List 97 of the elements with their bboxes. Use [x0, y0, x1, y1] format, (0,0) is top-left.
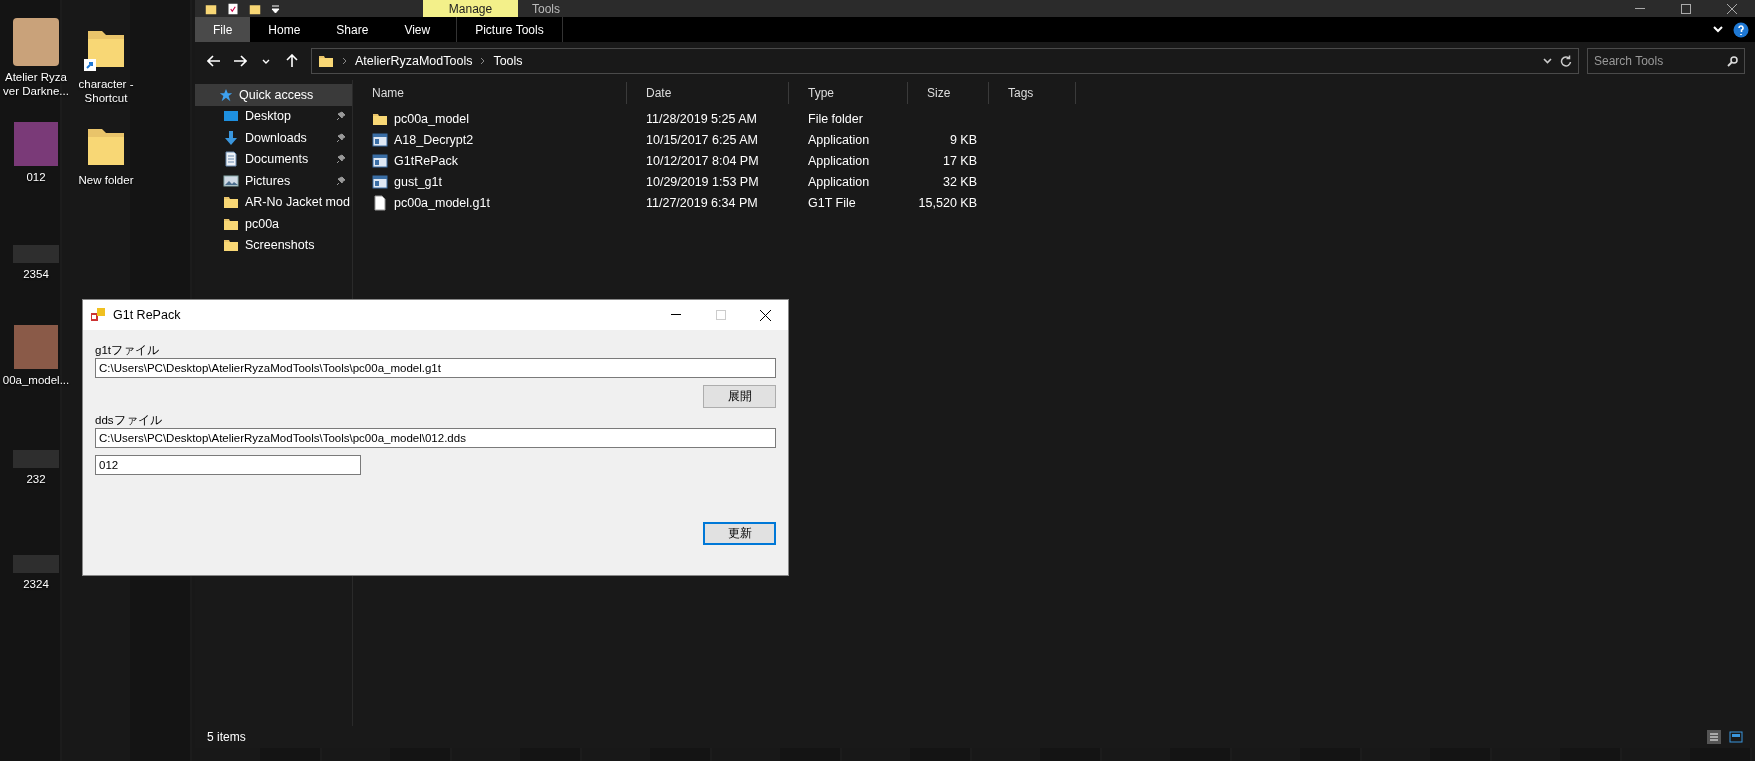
ribbon-tab[interactable]: File: [195, 17, 251, 42]
image-thumbnail[interactable]: [13, 450, 59, 468]
type-cell: G1T File: [808, 195, 856, 210]
size-cell: 32 KB: [942, 174, 977, 189]
new-folder-icon[interactable]: [249, 2, 261, 15]
download-arrow-icon: [223, 129, 239, 146]
navigation-item[interactable]: pc00a: [195, 213, 352, 235]
desktop-icon-label[interactable]: 2354: [0, 267, 72, 281]
breadcrumb-item[interactable]: Tools: [493, 54, 523, 68]
application-icon: [372, 152, 388, 169]
ribbon-tab[interactable]: Share: [318, 17, 387, 42]
ribbon-tab[interactable]: Home: [250, 17, 319, 42]
up-arrow-icon[interactable]: [286, 54, 298, 68]
breadcrumb-item[interactable]: AtelierRyzaModTools: [355, 54, 473, 68]
large-icons-view-icon[interactable]: [1729, 730, 1743, 744]
picture-icon: [223, 172, 239, 189]
name-field[interactable]: 012: [95, 455, 361, 475]
chevron-right-icon: [480, 57, 486, 65]
document-icon: [223, 151, 239, 168]
file-name[interactable]: gust_g1t: [394, 174, 442, 189]
image-thumbnail[interactable]: [13, 555, 59, 573]
file-name[interactable]: pc00a_model: [394, 111, 470, 126]
search-icon: [1727, 55, 1738, 67]
address-bar[interactable]: AtelierRyzaModTools Tools: [311, 48, 1579, 74]
update-button[interactable]: 更新: [703, 522, 776, 545]
date-cell: 10/15/2017 6:25 AM: [646, 132, 758, 147]
details-view-icon[interactable]: [1707, 730, 1721, 744]
folder-icon: [223, 194, 239, 211]
navigation-item[interactable]: Documents: [195, 148, 352, 170]
desktop-icon-label[interactable]: 2324: [0, 577, 72, 591]
field-label: g1tファイル: [95, 343, 160, 358]
ribbon-tab[interactable]: View: [386, 17, 449, 42]
forward-arrow-icon[interactable]: [233, 55, 247, 67]
folder-icon: [223, 237, 239, 254]
window-title: Tools: [532, 1, 560, 16]
back-arrow-icon[interactable]: [207, 55, 221, 67]
close-icon[interactable]: [760, 309, 771, 321]
size-cell: 15,520 KB: [918, 195, 977, 210]
navigation-item[interactable]: Pictures: [195, 170, 352, 192]
expand-button[interactable]: 展開: [703, 385, 776, 408]
desktop-icon-label[interactable]: 00a_model...: [0, 373, 72, 387]
file-name[interactable]: G1tRePack: [394, 153, 458, 168]
navigation-item[interactable]: AR-No Jacket mod: [195, 191, 352, 213]
column-header[interactable]: Tags: [1008, 86, 1034, 100]
g1t-path-field[interactable]: C:\Users\PC\Desktop\AtelierRyzaModTools\Tools\pc00a_model.g1t: [95, 358, 776, 378]
file-name[interactable]: A18_Decrypt2: [394, 132, 474, 147]
recent-locations-chevron-icon[interactable]: [262, 58, 270, 64]
date-cell: 10/29/2019 1:53 PM: [646, 174, 759, 189]
star-icon: [219, 87, 233, 102]
expand-ribbon-chevron-icon[interactable]: [1713, 26, 1723, 33]
customize-dropdown-icon[interactable]: [271, 3, 280, 14]
desktop-icon-label[interactable]: Atelier Ryza ver Darkne...: [0, 70, 72, 98]
date-cell: 11/28/2019 5:25 AM: [646, 111, 757, 126]
app-icon: [91, 308, 105, 322]
date-cell: 11/27/2019 6:34 PM: [646, 195, 758, 210]
type-cell: Application: [808, 153, 870, 168]
item-count: 5 items: [207, 730, 246, 744]
type-cell: Application: [808, 174, 870, 189]
chevron-right-icon: [342, 57, 347, 65]
minimize-icon[interactable]: [670, 314, 681, 316]
search-field[interactable]: Search Tools: [1587, 48, 1745, 74]
type-cell: File folder: [808, 111, 863, 126]
size-cell: 17 KB: [942, 153, 977, 168]
ribbon-tab[interactable]: Picture Tools: [456, 17, 563, 42]
maximize-icon[interactable]: [1681, 3, 1691, 14]
column-header[interactable]: Type: [808, 86, 834, 100]
dropdown-chevron-icon[interactable]: [1543, 58, 1552, 64]
minimize-icon[interactable]: [1635, 7, 1645, 10]
dds-path-field[interactable]: C:\Users\PC\Desktop\AtelierRyzaModTools\Tools\pc00a_model\012.dds: [95, 428, 776, 448]
navigation-item[interactable]: Quick access: [195, 84, 352, 106]
column-header[interactable]: Name: [372, 86, 404, 100]
image-thumbnail[interactable]: [13, 245, 59, 263]
help-icon[interactable]: [1733, 21, 1749, 38]
manage-tab[interactable]: Manage: [423, 0, 518, 17]
close-icon[interactable]: [1727, 3, 1737, 14]
navigation-item[interactable]: Desktop: [195, 105, 352, 127]
column-header[interactable]: Size: [927, 86, 951, 100]
properties-check-icon[interactable]: [227, 2, 239, 15]
application-icon: [372, 173, 388, 190]
date-cell: 10/12/2017 8:04 PM: [646, 153, 759, 168]
field-label: ddsファイル: [95, 413, 163, 428]
desktop-icon-label[interactable]: 232: [0, 472, 72, 486]
application-icon: [372, 131, 388, 148]
file-name[interactable]: pc00a_model.g1t: [394, 195, 490, 210]
file-icon: [372, 194, 388, 211]
dialog-title: G1t RePack: [113, 308, 182, 322]
image-thumbnail[interactable]: [14, 122, 58, 166]
maximize-icon: [715, 310, 726, 320]
size-cell: 9 KB: [949, 132, 977, 147]
image-thumbnail[interactable]: [14, 325, 58, 369]
folder-icon[interactable]: [205, 2, 217, 15]
type-cell: Application: [808, 132, 870, 147]
refresh-icon[interactable]: [1560, 55, 1572, 67]
folder-icon: [318, 53, 334, 69]
navigation-item[interactable]: Downloads: [195, 127, 352, 149]
column-header[interactable]: Date: [646, 86, 672, 100]
navigation-item[interactable]: Screenshots: [195, 234, 352, 256]
